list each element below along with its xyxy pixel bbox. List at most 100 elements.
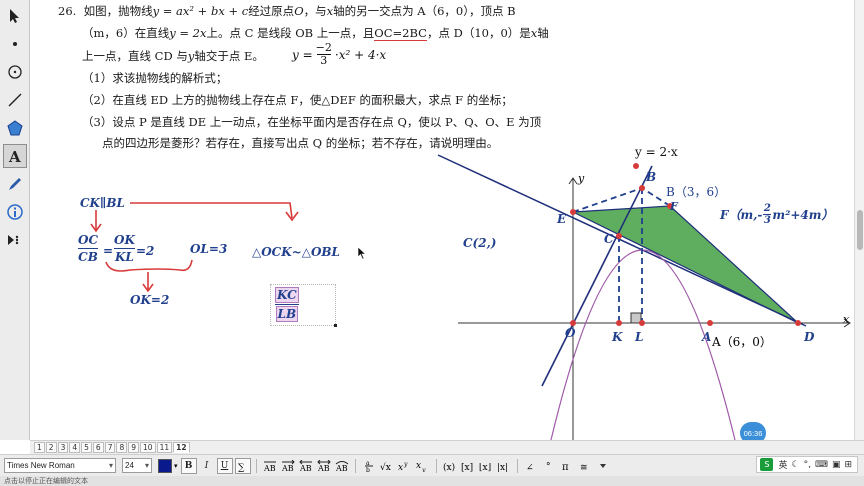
point-d[interactable] [795,320,801,326]
bold-button[interactable]: B [180,457,197,474]
angle-button[interactable]: ∠ [523,458,539,474]
ime-language: 英 [778,461,788,471]
math-format-icon: ∑ [238,463,245,472]
vertical-scrollbar[interactable] [854,0,864,440]
pen-tool[interactable] [3,172,27,196]
point-b[interactable] [639,185,645,191]
vector-ab-button[interactable]: AB [298,458,314,474]
circle-tool[interactable] [3,60,27,84]
angle-icon: ∠ [526,463,534,472]
svg-text:°: ° [546,462,551,472]
overline-ab-button[interactable]: AB [262,458,278,474]
svg-text:b: b [366,467,370,473]
more-symbols-button[interactable] [595,458,611,474]
ime-dot-icon: °, [803,459,811,470]
separator-2 [354,458,356,473]
label-y-axis: y [578,172,585,185]
brackets-button[interactable]: [x] [460,458,476,474]
page-tab-4[interactable]: 4 [69,442,81,453]
point-a[interactable] [707,320,713,326]
text-tool[interactable]: A [3,144,27,168]
math-format-button[interactable]: ∑ [234,457,251,474]
scroll-thumb[interactable] [857,210,863,250]
custom-tools[interactable] [3,228,27,252]
ime-grid-icon: ⊞ [844,459,852,470]
text-toolbar: Times New Roman 24 ▾ B I U ∑ AB AB AB AB… [0,454,864,476]
superscript-button[interactable]: xy [397,458,413,474]
italic-button[interactable]: I [199,458,215,474]
line-ed [437,154,807,327]
page-tab-8[interactable]: 8 [116,442,128,453]
degree-button[interactable]: ° [541,458,557,474]
fraction-button[interactable]: ab [361,458,377,474]
arc-ab-button[interactable]: AB [334,458,350,474]
svg-text:∠: ∠ [526,463,534,472]
ime-keyboard-icon: ⌨ [814,459,828,470]
page-tab-10[interactable]: 10 [140,442,156,453]
page-tab-9[interactable]: 9 [128,442,140,453]
svg-text:x: x [416,461,421,471]
svg-text:|x|: |x| [497,463,508,472]
label-b-coord: B（3，6） [666,185,727,199]
page-tab-11[interactable]: 11 [156,442,173,453]
separator-3 [435,458,437,473]
arrow-select-tool[interactable] [3,4,27,28]
underline-button[interactable]: U [216,457,233,474]
point-tool[interactable] [3,32,27,56]
info-tool[interactable] [3,200,27,224]
play-more-icon [8,235,19,245]
ime-moon-icon: ☾ [791,459,800,470]
double-arrow-ab-button[interactable]: AB [316,458,332,474]
polygon-tool[interactable] [3,116,27,140]
abs-icon: |x| [497,463,508,472]
svg-text:(x): (x) [443,462,455,472]
font-family-select[interactable]: Times New Roman [4,458,116,473]
ray-ab-button[interactable]: AB [280,458,296,474]
page-tab-2[interactable]: 2 [45,442,57,453]
text-color-swatch[interactable] [158,458,172,473]
status-bar: 点击以停止正在编辑的文本 [0,476,864,486]
point-e[interactable] [570,209,576,215]
page-tab-5[interactable]: 5 [81,442,92,453]
font-size-select[interactable]: 24 [122,458,152,473]
ime-indicator[interactable]: S 英 ☾ °, ⌨ ▣ ⊞ [756,456,858,473]
point-c[interactable] [616,233,622,239]
arrow-icon [10,9,19,23]
abs-button[interactable]: |x| [496,458,512,474]
subscript-button[interactable]: xy [415,458,431,474]
superscript-icon: xy [398,461,408,472]
floor-button[interactable]: ⌊x⌋ [478,458,494,474]
page-tab-12[interactable]: 12 [173,442,190,453]
label-point-k: K [612,330,623,344]
label-point-f: F [670,200,678,213]
sketch-canvas[interactable]: 26. 如图，抛物线y = ax² + bx + c经过原点O，与x轴的另一交点… [30,0,854,440]
point-k[interactable] [616,320,622,326]
pi-icon: π [562,462,569,472]
degree-icon: ° [546,462,551,472]
sqrt-button[interactable]: √x [379,458,395,474]
coordinate-graph [437,154,851,440]
point-b-top[interactable] [633,163,639,169]
page-tab-6[interactable]: 6 [92,442,104,453]
svg-text:AB: AB [335,464,348,472]
svg-text:A: A [8,148,21,165]
page-tab-3[interactable]: 3 [57,442,69,453]
app-window: A 26. 如图，抛物线y = ax² + bx + c经过原点O，与x轴的另一… [0,0,864,486]
svg-text:√x: √x [380,462,391,472]
congruent-button[interactable]: ≅ [577,458,593,474]
color-dropdown-icon[interactable]: ▾ [174,462,178,470]
page-tab-7[interactable]: 7 [104,442,116,453]
pi-button[interactable]: π [559,458,575,474]
triangle-def-fill [570,205,799,324]
line-tool[interactable] [3,88,27,112]
page-tab-1[interactable]: 1 [34,442,45,453]
subscript-icon: xy [416,461,426,472]
separator-4 [516,458,518,473]
mouse-cursor-icon [357,246,367,260]
label-point-c: C [604,232,614,246]
parentheses-button[interactable]: (x) [442,458,458,474]
separator-1 [255,458,257,473]
point-l[interactable] [639,320,645,326]
svg-text:[x]: [x] [461,463,473,472]
overline-ab-icon: AB [263,461,276,472]
